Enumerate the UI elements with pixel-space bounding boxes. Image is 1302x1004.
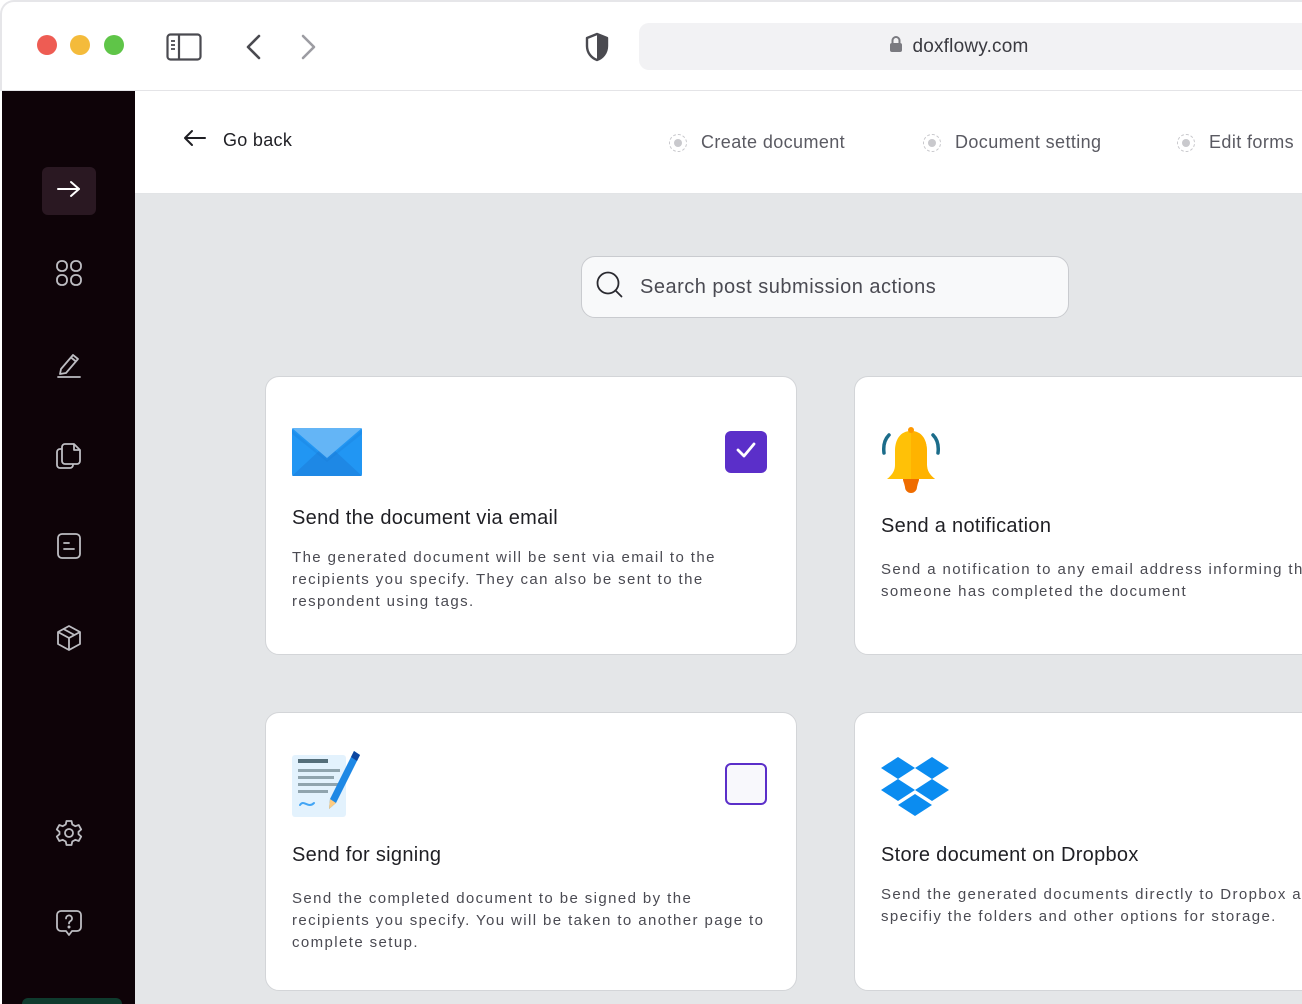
main-content: Send the document via email The generate… [135, 194, 1302, 1004]
card-description: The generated document will be sent via … [292, 549, 716, 610]
card-title: Store document on Dropbox [881, 844, 1139, 866]
browser-chrome: doxflowy.com [0, 0, 1302, 91]
action-card-dropbox[interactable]: Store document on Dropbox Send the gener… [854, 712, 1302, 991]
sidebar-item-templates[interactable] [42, 524, 96, 572]
sidebar [2, 91, 135, 1004]
card-title: Send a notification [881, 515, 1052, 537]
signing-document-icon [292, 749, 362, 824]
step-label: Document setting [955, 132, 1102, 152]
go-back-button[interactable]: Go back [183, 129, 292, 152]
back-arrow-icon[interactable] [244, 33, 264, 61]
search-icon [596, 271, 624, 304]
maximize-window-button[interactable] [104, 35, 124, 55]
action-card-notification[interactable]: Send a notification Send a notification … [854, 376, 1302, 655]
sidebar-item-editor[interactable] [42, 342, 96, 390]
pencil-icon [55, 349, 83, 384]
arrow-left-icon [183, 129, 207, 152]
checkmark-icon [735, 441, 757, 464]
card-title: Send for signing [292, 844, 442, 866]
url-text: doxflowy.com [912, 35, 1029, 57]
top-navigation: Go back Create document Document setting… [135, 91, 1302, 194]
sidebar-item-dashboard[interactable] [42, 251, 96, 299]
documents-icon [54, 440, 84, 475]
close-window-button[interactable] [37, 35, 57, 55]
gear-icon [54, 818, 84, 853]
email-envelope-icon [292, 428, 362, 481]
help-icon [54, 908, 84, 943]
minimize-window-button[interactable] [70, 35, 90, 55]
action-card-email[interactable]: Send the document via email The generate… [265, 376, 797, 655]
forward-arrow-icon[interactable] [298, 33, 318, 61]
step-indicator-icon [923, 133, 941, 152]
go-back-label: Go back [223, 130, 293, 150]
signing-action-checkbox[interactable] [725, 763, 767, 805]
dropbox-icon [881, 757, 949, 824]
sidebar-item-settings[interactable] [42, 811, 96, 859]
step-label: Create document [701, 132, 846, 152]
action-card-signing[interactable]: Send for signing Send the completed docu… [265, 712, 797, 991]
sidebar-item-documents[interactable] [42, 433, 96, 481]
grid-icon [55, 259, 83, 292]
card-title: Send the document via email [292, 507, 559, 529]
card-description: Send the generated documents directly to… [881, 886, 1302, 925]
arrow-right-icon [56, 179, 82, 204]
search-input[interactable] [640, 275, 1040, 299]
sidebar-expand-button[interactable] [42, 167, 96, 215]
sidebar-item-help[interactable] [42, 901, 96, 949]
card-description: Send a notification to any email address… [881, 561, 1302, 600]
shield-icon[interactable] [584, 32, 610, 62]
email-action-checkbox[interactable] [725, 431, 767, 473]
step-indicator-icon [1177, 133, 1195, 152]
lock-icon [889, 35, 903, 58]
sidebar-toggle-icon[interactable] [166, 33, 202, 61]
bell-icon [881, 427, 941, 498]
address-bar[interactable]: doxflowy.com [639, 23, 1302, 70]
cube-icon [54, 623, 84, 658]
note-icon [55, 531, 83, 566]
sidebar-footer-badge [22, 998, 122, 1004]
sidebar-item-integrations[interactable] [42, 616, 96, 664]
step-create-document[interactable]: Create document [669, 132, 845, 153]
search-box [581, 256, 1069, 318]
step-document-setting[interactable]: Document setting [923, 132, 1101, 153]
step-indicator-icon [669, 133, 687, 152]
card-description: Send the completed document to be signed… [292, 890, 765, 951]
step-label: Edit forms [1209, 132, 1295, 152]
step-edit-forms[interactable]: Edit forms [1177, 132, 1294, 153]
